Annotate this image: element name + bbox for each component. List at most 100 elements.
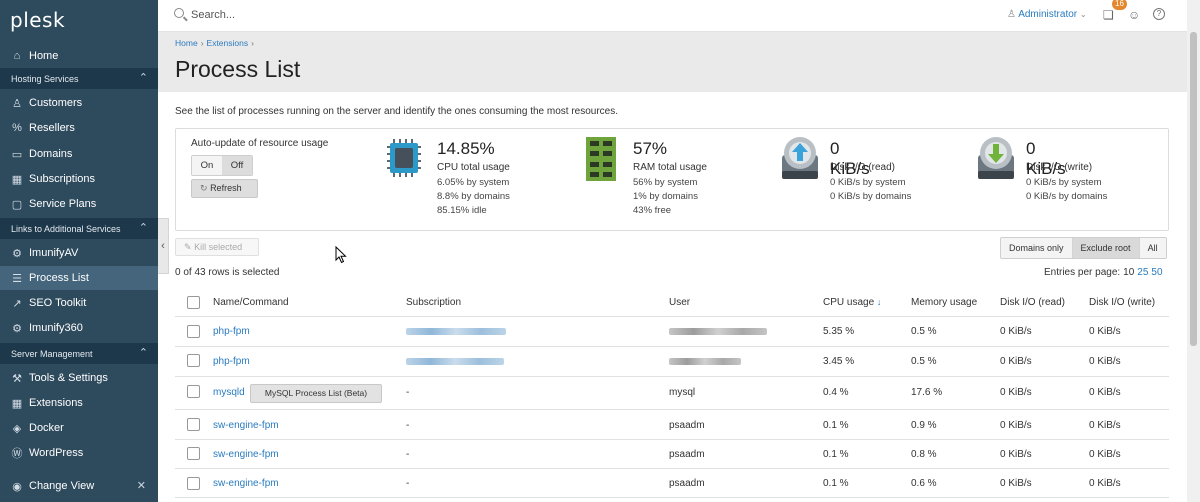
mysql-process-list-button[interactable]: MySQL Process List (Beta): [250, 384, 382, 403]
breadcrumb-home[interactable]: Home: [175, 38, 198, 48]
sidebar-item-customers[interactable]: ♙ Customers: [0, 91, 158, 115]
change-view-button[interactable]: ◉ Change View ✕: [0, 474, 158, 498]
user-menu[interactable]: ♙ Administrator ⌄: [1007, 9, 1087, 20]
toggle-on[interactable]: On: [192, 156, 222, 175]
plesk-logo[interactable]: plesk: [10, 8, 65, 32]
redacted-subscription[interactable]: [406, 328, 506, 335]
sidebar-item-subscriptions[interactable]: ▦ Subscriptions: [0, 167, 158, 191]
subscription-cell: -: [406, 478, 410, 489]
section-links-additional[interactable]: Links to Additional Services ⌃: [0, 218, 158, 239]
process-name-link[interactable]: sw-engine-fpm: [213, 420, 279, 431]
redacted-subscription[interactable]: [406, 358, 504, 365]
gear-icon: ⚙: [12, 247, 22, 260]
process-name-link[interactable]: mysqld: [213, 387, 245, 398]
col-user[interactable]: User: [669, 297, 690, 308]
refresh-button[interactable]: ↻ Refresh: [191, 179, 258, 198]
disk-read-cell: 0 KiB/s: [1000, 478, 1032, 489]
row-checkbox[interactable]: [187, 325, 200, 338]
filter-exclude-root[interactable]: Exclude root: [1072, 238, 1140, 258]
auto-update-toggle[interactable]: On Off: [191, 155, 253, 176]
memory-cell: 0.5 %: [911, 326, 937, 337]
kill-selected-button[interactable]: ✎ Kill selected: [175, 238, 259, 256]
sort-desc-icon: ↓: [876, 297, 882, 307]
process-name-link[interactable]: php-fpm: [213, 356, 250, 367]
close-icon[interactable]: ✕: [137, 479, 146, 492]
process-name-link[interactable]: sw-engine-fpm: [213, 478, 279, 489]
vertical-scrollbar[interactable]: [1187, 0, 1200, 502]
entries-per-page: Entries per page: 10 25 50: [1044, 267, 1163, 278]
section-hosting-services[interactable]: Hosting Services ⌃: [0, 68, 158, 89]
col-disk-read[interactable]: Disk I/O (read): [1000, 297, 1065, 308]
search-input[interactable]: [191, 7, 491, 23]
sidebar-item-process-list[interactable]: ☰ Process List: [0, 266, 158, 290]
sidebar-item-home[interactable]: ⌂ Home: [0, 44, 158, 68]
chevron-down-icon: ⌄: [1079, 10, 1087, 19]
entries-25[interactable]: 25: [1137, 267, 1148, 278]
process-name-link[interactable]: sw-engine-fpm: [213, 449, 279, 460]
breadcrumb-extensions[interactable]: Extensions: [207, 38, 249, 48]
row-checkbox[interactable]: [187, 418, 200, 431]
sidebar-item-extensions[interactable]: ▦ Extensions: [0, 391, 158, 415]
toggle-off[interactable]: Off: [222, 156, 252, 175]
eye-icon: ◉: [12, 480, 22, 493]
sidebar-item-imunify360[interactable]: ⚙ Imunify360: [0, 316, 158, 340]
memory-cell: 17.6 %: [911, 387, 943, 398]
sidebar-item-domains[interactable]: ▭ Domains: [0, 142, 158, 166]
refresh-icon: ↻: [200, 183, 208, 193]
row-checkbox[interactable]: [187, 354, 200, 367]
col-memory-usage[interactable]: Memory usage: [911, 297, 977, 308]
gear-icon: ⚙: [12, 322, 22, 335]
sidebar-item-seo-toolkit[interactable]: ↗ SEO Toolkit: [0, 291, 158, 315]
cpu-cell: 0.1 %: [823, 449, 849, 460]
sidebar-item-service-plans[interactable]: ▢ Service Plans: [0, 192, 158, 216]
sidebar-collapse-button[interactable]: ‹: [158, 218, 169, 274]
section-server-management[interactable]: Server Management ⌃: [0, 343, 158, 364]
row-checkbox[interactable]: [187, 447, 200, 460]
puzzle-icon[interactable]: ☺: [1128, 8, 1140, 22]
ram-free: 43% free: [633, 205, 672, 216]
subscription-cell: -: [406, 420, 410, 431]
row-checkbox[interactable]: [187, 477, 200, 490]
col-disk-write[interactable]: Disk I/O (write): [1089, 297, 1155, 308]
process-name-link[interactable]: php-fpm: [213, 326, 250, 337]
entries-10[interactable]: 10: [1123, 267, 1134, 278]
col-cpu-usage[interactable]: CPU usage ↓: [823, 297, 881, 308]
sidebar-item-wordpress[interactable]: Ⓦ WordPress: [0, 441, 158, 465]
memory-cell: 0.9 %: [911, 420, 937, 431]
disk-write-cell: 0 KiB/s: [1089, 449, 1121, 460]
filter-domains-only[interactable]: Domains only: [1001, 238, 1073, 258]
disk-write-label: Disk I/O (write): [1026, 162, 1093, 173]
chevron-up-icon: ⌃: [138, 72, 148, 84]
disk-write-cell: 0 KiB/s: [1089, 356, 1121, 367]
help-icon[interactable]: ?: [1153, 8, 1165, 20]
percent-icon: %: [12, 122, 22, 134]
user-icon: ♙: [12, 97, 22, 110]
disk-write-cell: 0 KiB/s: [1089, 387, 1121, 398]
row-checkbox[interactable]: [187, 385, 200, 398]
cpu-cell: 0.1 %: [823, 478, 849, 489]
subscription-cell: -: [406, 387, 410, 398]
monitor-icon: ▭: [11, 148, 23, 161]
disk-write-cell: 0 KiB/s: [1089, 326, 1121, 337]
resource-usage-panel: Auto-update of resource usage On Off ↻ R…: [175, 128, 1169, 231]
col-name[interactable]: Name/Command: [213, 297, 289, 308]
page-header: Home › Extensions › Process List: [158, 32, 1187, 92]
breadcrumb: Home › Extensions ›: [175, 38, 254, 48]
disk-write-cell: 0 KiB/s: [1089, 478, 1121, 489]
redacted-user: [669, 328, 767, 335]
disk-write-value: 0 KiB/s: [1026, 139, 1066, 178]
select-all-checkbox[interactable]: [187, 296, 200, 309]
sidebar-item-imunifyav[interactable]: ⚙ ImunifyAV: [0, 241, 158, 265]
sidebar-item-docker[interactable]: ◈ Docker: [0, 416, 158, 440]
filter-all[interactable]: All: [1139, 238, 1166, 258]
col-subscription[interactable]: Subscription: [406, 297, 461, 308]
user-icon: ♙: [1007, 9, 1016, 20]
redacted-user: [669, 358, 741, 365]
process-filter[interactable]: Domains only Exclude root All: [1000, 237, 1167, 259]
scrollbar-thumb[interactable]: [1190, 32, 1197, 346]
entries-50[interactable]: 50: [1151, 267, 1162, 278]
sidebar-item-resellers[interactable]: % Resellers: [0, 116, 158, 140]
disk-read-cell: 0 KiB/s: [1000, 387, 1032, 398]
notifications-icon[interactable]: ❏: [1103, 8, 1114, 22]
sidebar-item-tools-settings[interactable]: ⚒ Tools & Settings: [0, 366, 158, 390]
